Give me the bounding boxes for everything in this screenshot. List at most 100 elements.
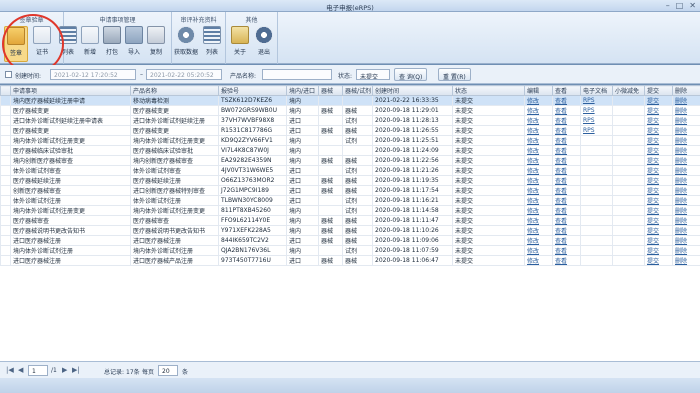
row-action-link[interactable]: 查看 bbox=[552, 195, 581, 206]
row-action-link[interactable]: 删除 bbox=[672, 195, 700, 206]
row-action-link[interactable]: 修改 bbox=[524, 95, 553, 106]
column-header[interactable]: 创建时间 bbox=[372, 85, 453, 96]
about-button[interactable]: 关于 bbox=[228, 26, 252, 62]
row-checkbox[interactable] bbox=[0, 185, 11, 196]
row-action-link[interactable]: 修改 bbox=[524, 105, 553, 116]
row-checkbox[interactable] bbox=[0, 205, 11, 216]
row-action-link[interactable]: 提交 bbox=[644, 155, 673, 166]
row-action-link[interactable]: 提交 bbox=[644, 145, 673, 156]
row-action-link[interactable]: 删除 bbox=[672, 155, 700, 166]
row-checkbox[interactable] bbox=[0, 145, 11, 156]
created-time-checkbox[interactable] bbox=[5, 71, 12, 78]
supplement-list-button[interactable]: 列表 bbox=[200, 26, 224, 62]
table-row[interactable]: 医疗器械变更 医疗器械变更 R1531C817786G 进口 器械 器械 2020-09-1… bbox=[0, 125, 700, 136]
row-action-link[interactable]: 删除 bbox=[672, 215, 700, 226]
row-action-link[interactable]: 查看 bbox=[552, 145, 581, 156]
column-header[interactable]: 电子文档 bbox=[580, 85, 613, 96]
column-header[interactable]: 器械/试剂 bbox=[342, 85, 373, 96]
row-action-link[interactable] bbox=[580, 135, 613, 146]
row-action-link[interactable]: 查看 bbox=[552, 105, 581, 116]
column-header[interactable]: 删除 bbox=[672, 85, 700, 96]
column-header[interactable]: 提交 bbox=[644, 85, 673, 96]
minimize-icon[interactable]: – bbox=[666, 1, 670, 10]
table-row[interactable]: 进口医疗器械注册 进口医疗器械产品注册 973T450T7716U 进口 器械 器械 202… bbox=[0, 255, 700, 266]
row-action-link[interactable]: 提交 bbox=[644, 175, 673, 186]
row-action-link[interactable]: 删除 bbox=[672, 165, 700, 176]
table-row[interactable]: 境内体外诊断试剂注册变更 境内体外诊断试剂注册变更 811PT8XB45260 境内试… bbox=[0, 205, 700, 216]
row-checkbox[interactable] bbox=[0, 215, 11, 226]
table-row[interactable]: 境内医疗器械延续注册申请 移动病毒检测 TSZK612D7KEZ6 境内 2021-02… bbox=[0, 95, 700, 106]
row-action-link[interactable] bbox=[580, 175, 613, 186]
row-action-link[interactable]: 提交 bbox=[644, 255, 673, 266]
row-action-link[interactable]: 修改 bbox=[524, 235, 553, 246]
exit-button[interactable]: 退出 bbox=[252, 26, 276, 62]
row-checkbox[interactable] bbox=[0, 165, 11, 176]
row-action-link[interactable]: 查看 bbox=[552, 255, 581, 266]
row-checkbox[interactable] bbox=[0, 95, 11, 106]
row-action-link[interactable]: 删除 bbox=[672, 245, 700, 256]
row-action-link[interactable]: 提交 bbox=[644, 95, 673, 106]
table-row[interactable]: 进口医疗器械注册 进口医疗器械注册 844IK659TC2V2 进口 器械 器械 2020-… bbox=[0, 235, 700, 246]
next-page-icon[interactable]: ▶ bbox=[62, 366, 67, 374]
row-action-link[interactable]: 提交 bbox=[644, 225, 673, 236]
row-action-link[interactable]: 删除 bbox=[672, 205, 700, 216]
row-action-link[interactable] bbox=[580, 155, 613, 166]
row-checkbox[interactable] bbox=[0, 115, 11, 126]
table-row[interactable]: 体外诊断试剂审查 体外诊断试剂审查 4JV0VT31W6WE5 进口 试剂 2020-09… bbox=[0, 165, 700, 176]
row-action-link[interactable]: RPS bbox=[580, 95, 613, 106]
row-action-link[interactable]: 删除 bbox=[672, 135, 700, 146]
row-action-link[interactable] bbox=[580, 255, 613, 266]
fetch-data-button[interactable]: 获取数据 bbox=[174, 26, 198, 62]
column-header[interactable]: 申请事项 bbox=[10, 85, 131, 96]
row-action-link[interactable] bbox=[580, 145, 613, 156]
row-checkbox[interactable] bbox=[0, 175, 11, 186]
row-action-link[interactable]: 删除 bbox=[672, 95, 700, 106]
row-action-link[interactable]: 查看 bbox=[552, 95, 581, 106]
row-checkbox[interactable] bbox=[0, 155, 11, 166]
row-action-link[interactable]: 删除 bbox=[672, 125, 700, 136]
reset-button[interactable]: 重 置(R) bbox=[438, 68, 471, 81]
table-row[interactable]: 体外诊断试剂注册 体外诊断试剂注册 TLBWN30YC8009 进口 试剂 2020-09… bbox=[0, 195, 700, 206]
table-row[interactable]: 医疗器械审查 医疗器械审查 FFO9L62114Y0E 境内 器械 器械 2020-09-1… bbox=[0, 215, 700, 226]
first-page-icon[interactable]: |◀ bbox=[6, 366, 14, 374]
row-action-link[interactable]: 查看 bbox=[552, 215, 581, 226]
row-action-link[interactable]: 修改 bbox=[524, 145, 553, 156]
row-action-link[interactable]: 查看 bbox=[552, 175, 581, 186]
row-action-link[interactable]: 提交 bbox=[644, 185, 673, 196]
row-action-link[interactable]: 删除 bbox=[672, 115, 700, 126]
import-button[interactable]: 导入 bbox=[122, 26, 146, 62]
column-header[interactable]: 编辑 bbox=[524, 85, 553, 96]
product-name-input[interactable] bbox=[262, 69, 332, 80]
row-action-link[interactable] bbox=[580, 235, 613, 246]
row-checkbox[interactable] bbox=[0, 125, 11, 136]
new-button[interactable]: 新增 bbox=[78, 26, 102, 62]
row-action-link[interactable]: 提交 bbox=[644, 215, 673, 226]
table-row[interactable]: 境内体外诊断试剂注册 境内体外诊断试剂注册 QJA2BN176V36L 境内 试剂 202… bbox=[0, 245, 700, 256]
column-header[interactable]: 查看 bbox=[552, 85, 581, 96]
table-row[interactable]: 境内体外诊断试剂注册变更 境内体外诊断试剂注册变更 KD9Q2ZYV66FV1 境内试… bbox=[0, 135, 700, 146]
row-action-link[interactable] bbox=[580, 225, 613, 236]
row-action-link[interactable]: 删除 bbox=[672, 145, 700, 156]
table-row[interactable]: 医疗器械延续注册 医疗器械延续注册 O66Z13763MOR2 进口 器械 器械 2020-… bbox=[0, 175, 700, 186]
column-header[interactable]: 器械 bbox=[318, 85, 343, 96]
table-row[interactable]: 医疗器械说明书更改告知书 医疗器械说明书更改告知书 Y971XEFK228A5 境内器… bbox=[0, 225, 700, 236]
row-action-link[interactable]: 修改 bbox=[524, 165, 553, 176]
column-header[interactable]: 产品名称 bbox=[130, 85, 219, 96]
row-action-link[interactable]: 删除 bbox=[672, 185, 700, 196]
table-row[interactable]: 进口体外诊断试剂延续注册申请表 进口体外诊断试剂延续注册 37VH7WVBF98X8… bbox=[0, 115, 700, 126]
row-action-link[interactable]: 提交 bbox=[644, 235, 673, 246]
row-action-link[interactable]: 修改 bbox=[524, 255, 553, 266]
select-all-cell[interactable] bbox=[0, 85, 11, 96]
row-action-link[interactable]: RPS bbox=[580, 115, 613, 126]
table-row[interactable]: 医疗器械临床试验审批 医疗器械临床试验审批 VI7L4K8C87W0J 境内 2020-… bbox=[0, 145, 700, 156]
row-action-link[interactable]: 查看 bbox=[552, 165, 581, 176]
row-action-link[interactable] bbox=[580, 215, 613, 226]
prev-page-icon[interactable]: ◀ bbox=[18, 366, 23, 374]
row-action-link[interactable]: 修改 bbox=[524, 245, 553, 256]
row-action-link[interactable]: 删除 bbox=[672, 255, 700, 266]
per-page-input[interactable]: 20 bbox=[158, 365, 178, 376]
row-action-link[interactable]: 提交 bbox=[644, 135, 673, 146]
column-header[interactable]: 小微减免 bbox=[612, 85, 645, 96]
row-action-link[interactable]: 提交 bbox=[644, 125, 673, 136]
row-action-link[interactable] bbox=[580, 245, 613, 256]
